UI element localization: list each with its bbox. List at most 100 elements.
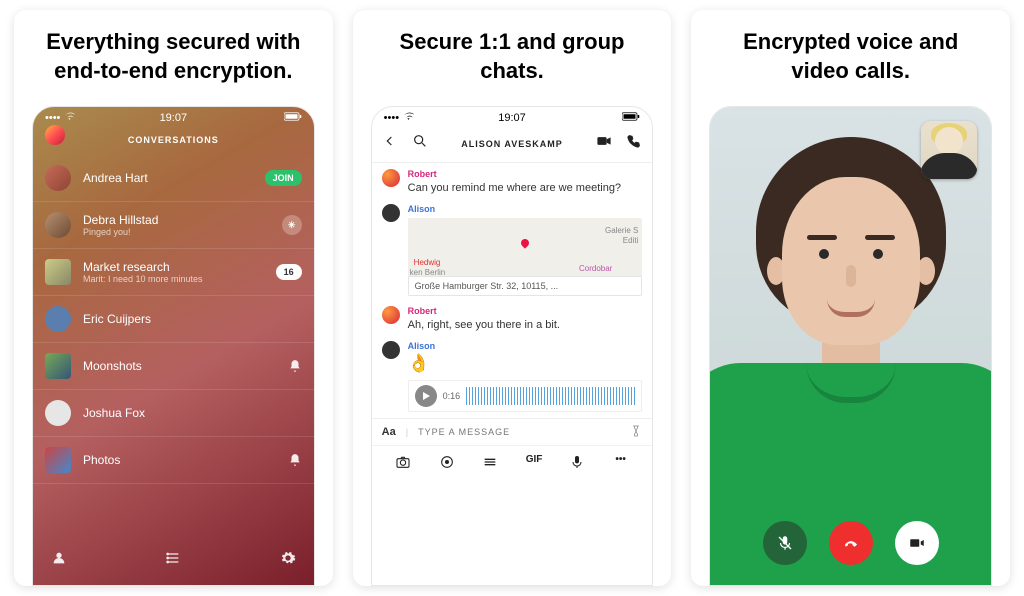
conversation-name: Andrea Hart xyxy=(83,171,253,185)
play-icon[interactable] xyxy=(415,385,437,407)
chat-header: ALISON AVESKAMP xyxy=(372,129,653,163)
call-controls xyxy=(710,521,991,565)
message-text: Ah, right, see you there in a bit. xyxy=(408,318,643,333)
map-pin-icon xyxy=(519,237,530,248)
avatar xyxy=(45,212,71,238)
status-bar: •••• 19:07 xyxy=(372,107,653,129)
audio-message[interactable]: 0:16 xyxy=(408,380,643,412)
avatar xyxy=(382,341,400,359)
file-icon[interactable] xyxy=(482,454,498,470)
chat-contact-name[interactable]: ALISON AVESKAMP xyxy=(442,139,583,149)
panel-chat: Secure 1:1 and group chats. •••• 19:07 xyxy=(353,10,672,586)
headline-2: Secure 1:1 and group chats. xyxy=(353,10,672,98)
conversation-item[interactable]: Market researchMarit: I need 10 more min… xyxy=(33,249,314,296)
conversation-sub: Marit: I need 10 more minutes xyxy=(83,274,264,284)
conversation-item[interactable]: Moonshots xyxy=(33,343,314,390)
status-time: 19:07 xyxy=(498,112,526,124)
map-label: Galerie S xyxy=(605,226,638,235)
attachment-toolbar: GIF ••• xyxy=(372,445,653,482)
conversation-item[interactable]: Debra HillstadPinged you! ✳ xyxy=(33,202,314,249)
join-badge[interactable]: JOIN xyxy=(265,170,302,186)
avatar xyxy=(45,306,71,332)
chat-thread[interactable]: Robert Can you remind me where are we me… xyxy=(372,163,653,585)
conversation-name: Debra Hillstad xyxy=(83,213,270,227)
map-attachment[interactable]: Galerie S Editi Hedwig ken Berlin Cordob… xyxy=(408,218,643,296)
status-time: 19:07 xyxy=(160,112,188,124)
timer-icon[interactable] xyxy=(630,425,642,439)
avatar xyxy=(382,306,400,324)
avatar xyxy=(382,169,400,187)
gif-button[interactable]: GIF xyxy=(526,454,542,470)
muted-icon xyxy=(288,453,302,467)
loading-badge: ✳ xyxy=(282,215,302,235)
conversation-sub: Pinged you! xyxy=(83,227,270,237)
self-avatar[interactable] xyxy=(45,125,65,145)
audio-duration: 0:16 xyxy=(443,391,461,401)
wifi-icon xyxy=(64,112,75,124)
conversation-item[interactable]: Joshua Fox xyxy=(33,390,314,437)
conversation-item[interactable]: Andrea Hart JOIN xyxy=(33,155,314,202)
map-label: Editi xyxy=(623,236,639,245)
count-badge: 16 xyxy=(276,264,302,280)
message: Alison 👌 xyxy=(372,335,653,376)
profile-icon[interactable] xyxy=(51,550,67,571)
back-icon[interactable] xyxy=(382,133,398,154)
phone-call-icon[interactable] xyxy=(626,133,642,154)
sender-name: Robert xyxy=(408,306,643,316)
signal-icon: •••• xyxy=(384,112,399,124)
conversation-item[interactable]: Photos xyxy=(33,437,314,484)
conversation-name: Eric Cuijpers xyxy=(83,312,302,326)
avatar xyxy=(382,204,400,222)
conversation-item[interactable]: Eric Cuijpers xyxy=(33,296,314,343)
conversations-title: CONVERSATIONS xyxy=(128,135,219,145)
headline-1: Everything secured with end-to-end encry… xyxy=(14,10,333,98)
search-icon[interactable] xyxy=(412,133,428,154)
avatar xyxy=(45,165,71,191)
map-label: Hedwig xyxy=(414,258,441,267)
video-call-icon[interactable] xyxy=(596,133,612,154)
conversations-header: CONVERSATIONS xyxy=(33,129,314,155)
message: Robert Can you remind me where are we me… xyxy=(372,163,653,198)
camera-icon[interactable] xyxy=(395,454,411,470)
sender-name: Alison xyxy=(408,341,643,351)
compose-bar: Aa | xyxy=(372,418,653,445)
conversation-name: Photos xyxy=(83,453,276,467)
emoji-ok: 👌 xyxy=(408,353,643,374)
sender-name: Robert xyxy=(408,169,643,179)
battery-icon xyxy=(284,112,302,124)
self-preview[interactable] xyxy=(921,121,977,179)
gear-icon[interactable] xyxy=(280,550,296,571)
muted-icon xyxy=(288,359,302,373)
device-chat: •••• 19:07 ALISON AVESKAMP xyxy=(371,106,654,586)
list-icon[interactable] xyxy=(165,550,181,571)
battery-icon xyxy=(622,112,640,124)
bottom-nav xyxy=(33,540,314,585)
waveform xyxy=(466,387,635,405)
signal-icon: •••• xyxy=(45,112,60,124)
video-call-view xyxy=(710,107,991,585)
panel-encryption: Everything secured with end-to-end encry… xyxy=(14,10,333,586)
headline-3: Encrypted voice and video calls. xyxy=(691,10,1010,98)
sketch-icon[interactable] xyxy=(439,454,455,470)
microphone-icon[interactable] xyxy=(569,454,585,470)
format-icon[interactable]: Aa xyxy=(382,426,396,438)
wifi-icon xyxy=(403,112,414,124)
avatar xyxy=(45,447,71,473)
video-toggle-button[interactable] xyxy=(895,521,939,565)
status-bar: •••• 19:07 xyxy=(33,107,314,129)
conversation-name: Joshua Fox xyxy=(83,406,302,420)
avatar xyxy=(45,259,71,285)
avatar xyxy=(45,400,71,426)
message: Robert Ah, right, see you there in a bit… xyxy=(372,300,653,335)
mute-button[interactable] xyxy=(763,521,807,565)
sender-name: Alison xyxy=(408,204,643,214)
hangup-button[interactable] xyxy=(829,521,873,565)
panel-calls: Encrypted voice and video calls. xyxy=(691,10,1010,586)
map-address: Große Hamburger Str. 32, 10115, ... xyxy=(408,276,643,296)
message-text: Can you remind me where are we meeting? xyxy=(408,181,643,196)
message-input[interactable] xyxy=(418,427,620,437)
device-video-call xyxy=(709,106,992,586)
more-icon[interactable]: ••• xyxy=(613,454,629,470)
conversation-name: Market research xyxy=(83,260,264,274)
map-label: Cordobar xyxy=(579,264,612,273)
